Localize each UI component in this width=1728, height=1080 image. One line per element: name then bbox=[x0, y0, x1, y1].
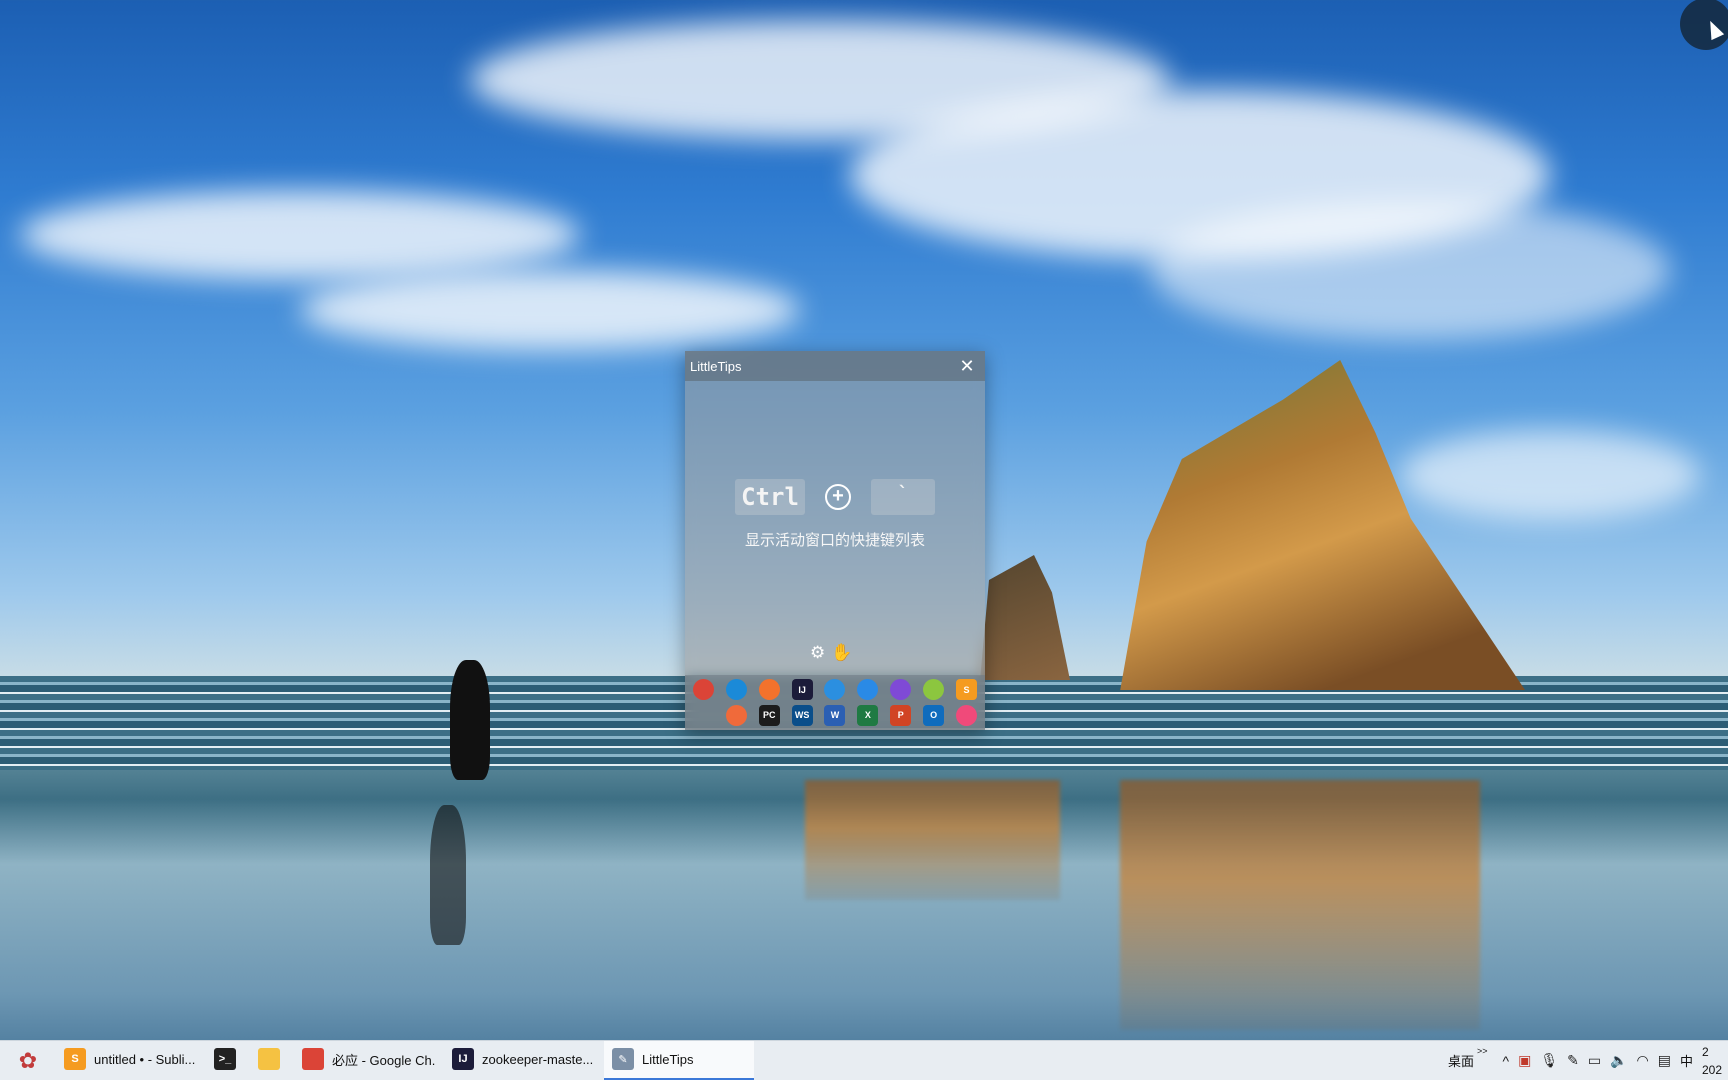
input-method-indicator[interactable]: 中 bbox=[1680, 1051, 1693, 1070]
app-pycharm-icon[interactable]: PC bbox=[758, 704, 780, 726]
clock-date: 202 bbox=[1702, 1062, 1722, 1077]
cloud bbox=[300, 270, 800, 350]
app-webstorm-icon[interactable]: WS bbox=[791, 704, 813, 726]
taskbar-item[interactable]: IJ zookeeper-maste... bbox=[444, 1041, 604, 1080]
desktop-toolbar-label[interactable]: 桌面 bbox=[1448, 1051, 1474, 1070]
taskbar-items: Suntitled • - Subli... >_ 必应 - Google Ch..… bbox=[56, 1040, 754, 1080]
app-color-app-icon[interactable] bbox=[956, 704, 978, 726]
taskbar: ✿ Suntitled • - Subli... >_ 必应 - Google Ch… bbox=[0, 1040, 1728, 1080]
app-excel-icon[interactable]: X bbox=[857, 704, 879, 726]
app-pen-app-icon[interactable] bbox=[725, 704, 747, 726]
app-windows-icon[interactable] bbox=[857, 679, 879, 701]
window-tools: ⚙ ✋ bbox=[810, 643, 852, 663]
runner-silhouette bbox=[450, 660, 490, 780]
runner-reflection bbox=[430, 805, 466, 945]
taskbar-app-icon bbox=[302, 1048, 324, 1070]
app-outlook-icon[interactable]: O bbox=[923, 704, 945, 726]
taskbar-app-icon: S bbox=[64, 1048, 86, 1070]
clock-time: 2 bbox=[1702, 1044, 1709, 1059]
taskbar-app-icon: ✎ bbox=[612, 1048, 634, 1070]
close-icon[interactable]: ✕ bbox=[957, 357, 977, 375]
taskbar-item[interactable]: 必应 - Google Ch... bbox=[294, 1041, 444, 1080]
app-word-icon[interactable]: W bbox=[824, 704, 846, 726]
battery-icon[interactable]: ▭ bbox=[1588, 1052, 1601, 1069]
app-cat-app-icon[interactable] bbox=[923, 679, 945, 701]
donate-icon[interactable]: ✋ bbox=[831, 643, 852, 663]
cloud bbox=[1150, 200, 1670, 340]
app-visual-studio-icon[interactable] bbox=[890, 679, 912, 701]
app-firefox-icon[interactable] bbox=[758, 679, 780, 701]
app-powerpoint-icon[interactable]: P bbox=[890, 704, 912, 726]
app-vscode-icon[interactable] bbox=[824, 679, 846, 701]
system-tray: 桌面 >> ^ ▣ 🎙 ✎ ▭ 🔈 ◠ ▤ 中 2 202 bbox=[1448, 1041, 1728, 1080]
taskbar-item[interactable] bbox=[250, 1041, 294, 1080]
window-titlebar[interactable]: LittleTips ✕ bbox=[685, 351, 985, 381]
window-title: LittleTips bbox=[690, 358, 742, 374]
shortcut-keys: Ctrl + ` bbox=[735, 479, 935, 515]
app-sublime-icon[interactable]: S bbox=[956, 679, 978, 701]
toolbar-chevron-icon[interactable]: >> bbox=[1477, 1046, 1488, 1056]
cloud bbox=[1400, 430, 1700, 520]
taskbar-item-label: untitled • - Subli... bbox=[94, 1051, 196, 1067]
rock-reflection bbox=[1120, 780, 1480, 1030]
taskbar-item[interactable]: >_ bbox=[206, 1041, 250, 1080]
start-app-icon[interactable]: ✿ bbox=[0, 1041, 56, 1080]
app-dock: IJ S PC WS W X P O bbox=[685, 675, 985, 730]
taskbar-item[interactable]: ✎ LittleTips bbox=[604, 1040, 754, 1080]
app-edge-icon[interactable] bbox=[725, 679, 747, 701]
pen-tray-icon[interactable]: ✎ bbox=[1567, 1052, 1579, 1069]
settings-icon[interactable]: ⚙ bbox=[810, 643, 825, 663]
taskbar-item[interactable]: Suntitled • - Subli... bbox=[56, 1041, 206, 1080]
app-chrome-icon[interactable] bbox=[692, 679, 714, 701]
app-blank-icon bbox=[693, 705, 714, 726]
plus-icon: + bbox=[825, 484, 851, 510]
cloud bbox=[20, 190, 580, 280]
taskbar-item-label: 必应 - Google Ch... bbox=[332, 1052, 436, 1068]
wifi-icon[interactable]: ◠ bbox=[1637, 1052, 1649, 1069]
taskbar-item-label: zookeeper-maste... bbox=[482, 1051, 594, 1067]
taskbar-item-label: LittleTips bbox=[642, 1051, 694, 1067]
volume-icon[interactable]: 🔈 bbox=[1610, 1052, 1627, 1069]
rock-reflection bbox=[805, 780, 1060, 900]
taskbar-app-icon bbox=[258, 1048, 280, 1070]
shortcut-description: 显示活动窗口的快捷键列表 bbox=[744, 532, 925, 549]
rock-arch bbox=[1120, 360, 1525, 690]
app-intellij-icon[interactable]: IJ bbox=[791, 679, 813, 701]
clock[interactable]: 2 202 bbox=[1702, 1043, 1722, 1079]
network-icon[interactable]: ▤ bbox=[1658, 1052, 1671, 1069]
taskbar-app-icon: IJ bbox=[452, 1048, 474, 1070]
microphone-icon[interactable]: 🎙 bbox=[1540, 1052, 1558, 1069]
small-rock bbox=[980, 555, 1070, 680]
show-hidden-icons-icon[interactable]: ^ bbox=[1503, 1053, 1510, 1069]
taskbar-app-icon: >_ bbox=[214, 1048, 236, 1070]
tray-app-icon[interactable]: ▣ bbox=[1518, 1052, 1531, 1069]
key-backtick: ` bbox=[871, 479, 935, 515]
littletips-window: LittleTips ✕ Ctrl + ` 显示活动窗口的快捷键列表 ⚙ ✋ I… bbox=[685, 351, 985, 730]
key-ctrl: Ctrl bbox=[735, 479, 805, 515]
